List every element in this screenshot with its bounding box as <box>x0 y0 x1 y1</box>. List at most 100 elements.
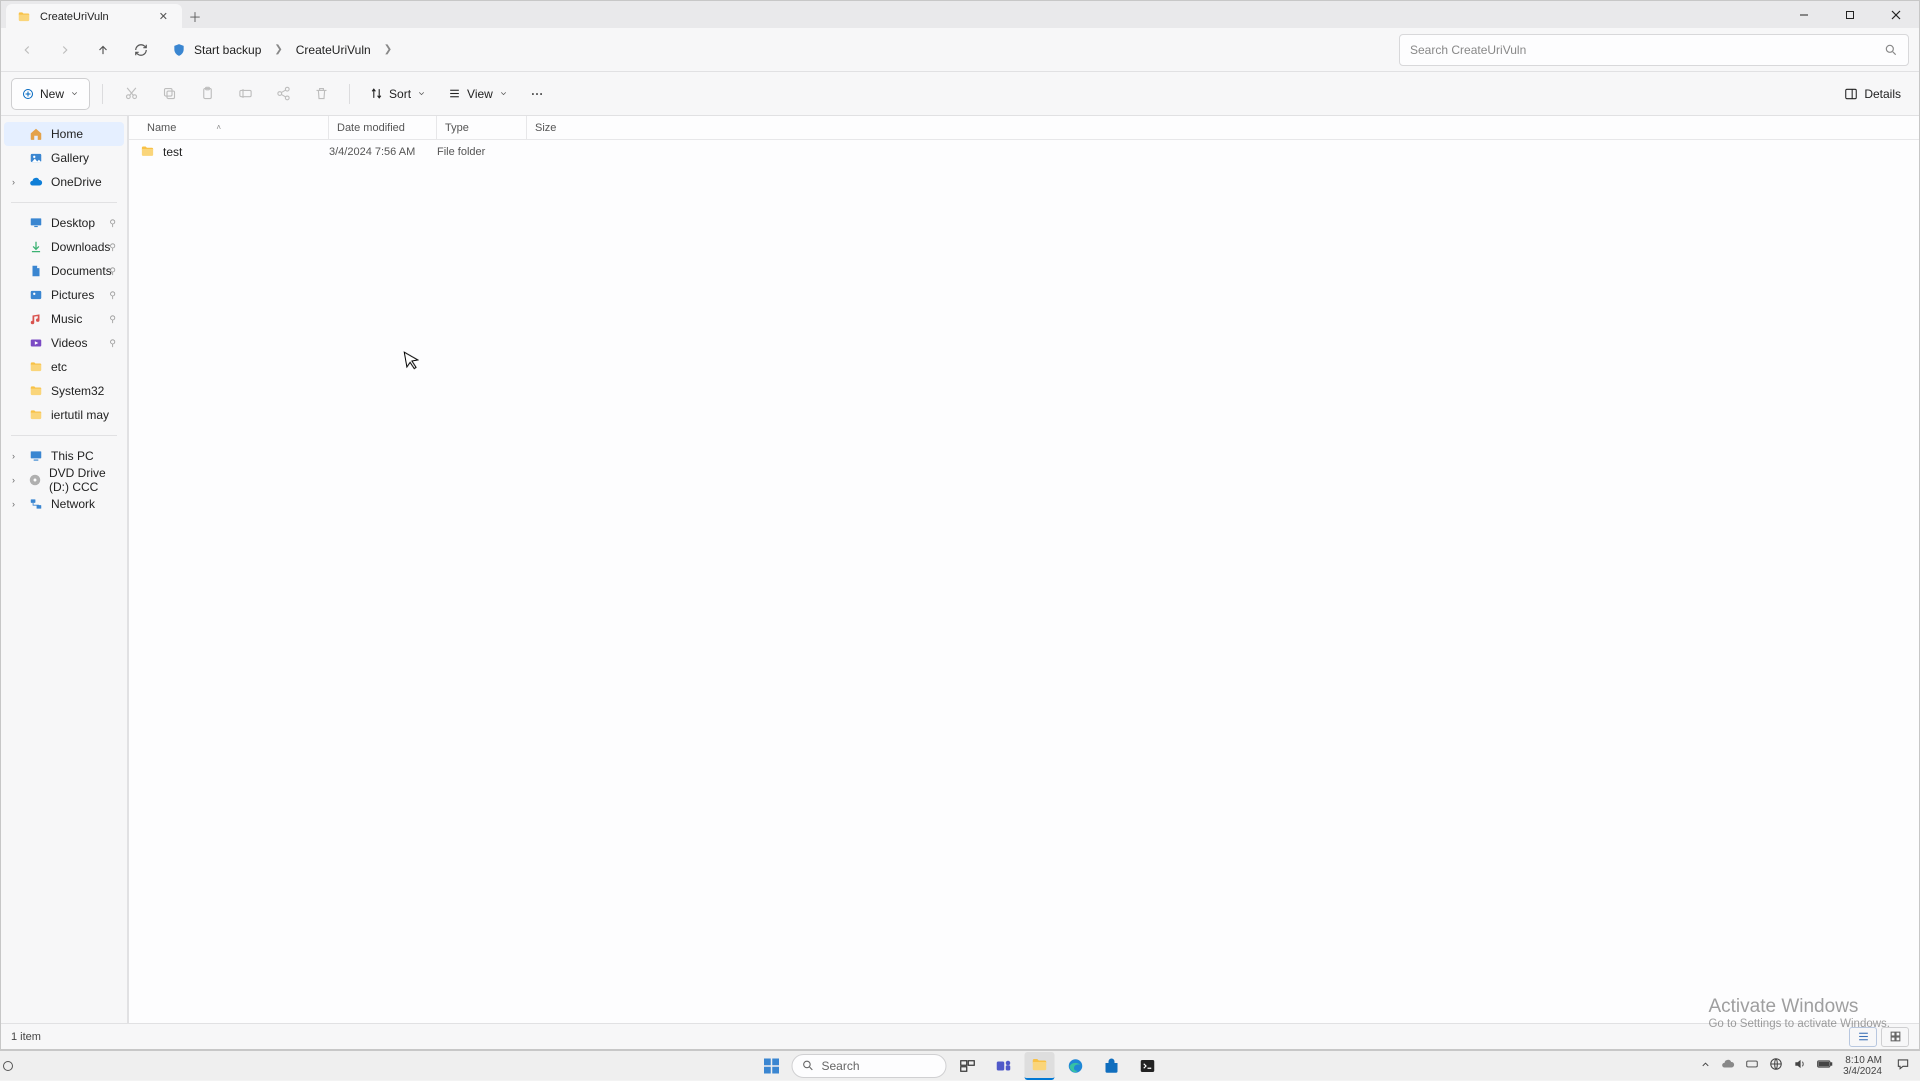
nav-forward-button[interactable] <box>49 34 81 66</box>
sort-label: Sort <box>389 87 411 101</box>
shield-icon <box>171 42 187 58</box>
sidebar: Home Gallery › OneDrive Desktop⚲ Downloa… <box>1 116 128 1023</box>
minimize-button[interactable] <box>1781 1 1827 28</box>
taskbar-app-terminal[interactable] <box>1133 1052 1163 1080</box>
plus-circle-icon <box>22 88 34 100</box>
sidebar-item-pictures[interactable]: Pictures ⚲ <box>4 283 124 307</box>
col-label: Type <box>445 122 469 134</box>
file-list-rows[interactable]: test 3/4/2024 7:56 AM File folder <box>129 140 1919 1023</box>
column-headers: Name ˄ Date modified Type Size <box>129 116 1919 140</box>
delete-button[interactable] <box>305 78 337 110</box>
sidebar-item-music[interactable]: Music⚲ <box>4 307 124 331</box>
sidebar-item-onedrive[interactable]: › OneDrive <box>4 170 124 194</box>
column-header-date[interactable]: Date modified <box>329 116 437 139</box>
nav-refresh-button[interactable] <box>125 34 157 66</box>
tray-network-icon[interactable] <box>1769 1057 1783 1074</box>
tab-close-button[interactable]: ✕ <box>155 10 172 23</box>
sidebar-item-label: OneDrive <box>51 175 102 189</box>
folder-icon <box>28 359 44 375</box>
sort-icon <box>370 87 383 100</box>
tray-overflow-button[interactable] <box>1700 1059 1711 1073</box>
music-icon <box>28 311 44 327</box>
search-input[interactable]: Search CreateUriVuln <box>1399 34 1909 66</box>
sidebar-item-label: Downloads <box>51 240 110 254</box>
tray-time: 8:10 AM <box>1843 1055 1882 1066</box>
details-pane-button[interactable]: Details <box>1836 83 1909 105</box>
pc-icon <box>28 448 44 464</box>
sidebar-item-gallery[interactable]: Gallery <box>4 146 124 170</box>
nav-back-button[interactable] <box>11 34 43 66</box>
sidebar-item-home[interactable]: Home <box>4 122 124 146</box>
sidebar-item-network[interactable]: › Network <box>4 492 124 516</box>
sidebar-item-downloads[interactable]: Downloads⚲ <box>4 235 124 259</box>
sidebar-item-videos[interactable]: Videos⚲ <box>4 331 124 355</box>
chevron-down-icon <box>499 89 508 98</box>
column-header-type[interactable]: Type <box>437 116 527 139</box>
taskbar-search[interactable]: Search <box>792 1054 947 1078</box>
col-label: Date modified <box>337 122 405 134</box>
search-placeholder: Search CreateUriVuln <box>1410 43 1874 57</box>
new-button[interactable]: New <box>11 78 90 110</box>
tray-notifications-button[interactable] <box>1892 1057 1914 1074</box>
column-header-name[interactable]: Name ˄ <box>139 116 329 139</box>
sidebar-item-etc[interactable]: etc <box>4 355 124 379</box>
tab-title: CreateUriVuln <box>40 11 109 23</box>
view-label: View <box>467 87 493 101</box>
view-details-button[interactable] <box>1849 1027 1877 1047</box>
tray-volume-icon[interactable] <box>1793 1057 1807 1074</box>
sidebar-item-system32[interactable]: System32 <box>4 379 124 403</box>
sort-button[interactable]: Sort <box>362 83 434 105</box>
window-controls <box>1781 1 1919 28</box>
taskbar-app-taskview[interactable] <box>953 1052 983 1080</box>
downloads-icon <box>28 239 44 255</box>
clipboard-group <box>115 78 337 110</box>
tray-onedrive-icon[interactable] <box>1721 1057 1735 1074</box>
chevron-right-icon: ❯ <box>268 44 288 55</box>
breadcrumb-seg-1[interactable]: CreateUriVuln <box>292 41 375 59</box>
sidebar-item-label: Home <box>51 127 83 141</box>
task-view-indicator[interactable] <box>0 1051 16 1081</box>
sidebar-item-label: iertutil may <box>51 408 109 422</box>
chevron-right-icon: › <box>12 177 15 187</box>
view-thumbs-button[interactable] <box>1881 1027 1909 1047</box>
sidebar-item-dvd[interactable]: › DVD Drive (D:) CCC <box>4 468 124 492</box>
tray-clock[interactable]: 8:10 AM 3/4/2024 <box>1843 1055 1882 1077</box>
new-tab-button[interactable]: ＋ <box>182 5 208 27</box>
documents-icon <box>28 263 44 279</box>
sort-asc-icon: ˄ <box>216 123 221 132</box>
chevron-right-icon: › <box>12 499 15 509</box>
sidebar-item-label: Pictures <box>51 288 94 302</box>
sidebar-item-iertutil[interactable]: iertutil may <box>4 403 124 427</box>
taskbar-app-explorer[interactable] <box>1025 1052 1055 1080</box>
rename-button[interactable] <box>229 78 261 110</box>
share-button[interactable] <box>267 78 299 110</box>
breadcrumb-seg-0[interactable]: Start backup <box>190 41 265 59</box>
file-row[interactable]: test 3/4/2024 7:56 AM File folder <box>139 140 1919 163</box>
tray-battery-icon[interactable] <box>1817 1057 1833 1074</box>
sidebar-item-this-pc[interactable]: › This PC <box>4 444 124 468</box>
chevron-down-icon <box>70 89 79 98</box>
pin-icon: ⚲ <box>109 290 116 301</box>
copy-button[interactable] <box>153 78 185 110</box>
more-button[interactable] <box>522 83 552 105</box>
sidebar-item-label: Documents <box>51 264 112 278</box>
sidebar-item-documents[interactable]: Documents⚲ <box>4 259 124 283</box>
view-button[interactable]: View <box>440 83 516 105</box>
file-name: test <box>163 145 182 159</box>
nav-up-button[interactable] <box>87 34 119 66</box>
maximize-button[interactable] <box>1827 1 1873 28</box>
column-header-size[interactable]: Size <box>527 116 597 139</box>
separator <box>102 84 103 104</box>
col-label: Name <box>147 122 176 134</box>
taskbar-app-edge[interactable] <box>1061 1052 1091 1080</box>
taskbar-app-store[interactable] <box>1097 1052 1127 1080</box>
cut-button[interactable] <box>115 78 147 110</box>
taskbar-app-teams[interactable] <box>989 1052 1019 1080</box>
close-button[interactable] <box>1873 1 1919 28</box>
start-button[interactable] <box>758 1052 786 1080</box>
sidebar-item-label: Gallery <box>51 151 89 165</box>
paste-button[interactable] <box>191 78 223 110</box>
tray-input-icon[interactable] <box>1745 1057 1759 1074</box>
sidebar-item-desktop[interactable]: Desktop⚲ <box>4 211 124 235</box>
tab-current[interactable]: CreateUriVuln ✕ <box>6 4 182 29</box>
